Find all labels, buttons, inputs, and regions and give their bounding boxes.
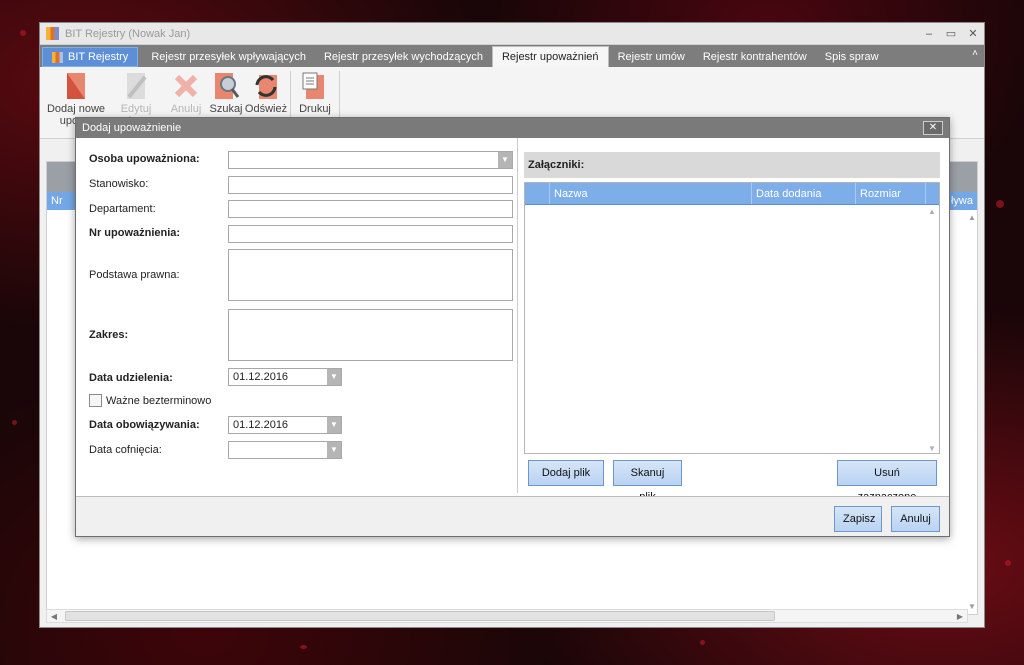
background-speck bbox=[700, 640, 705, 645]
dialog-close-button[interactable]: ✕ bbox=[923, 121, 943, 135]
indefinite-checkbox[interactable] bbox=[89, 394, 102, 407]
column-header-last[interactable]: ływa bbox=[951, 195, 977, 207]
app-icon bbox=[46, 27, 59, 40]
save-button[interactable]: Zapisz bbox=[834, 506, 882, 532]
person-row: Osoba upoważniona: bbox=[89, 153, 229, 165]
cancel-ribbon-label: Anuluj bbox=[170, 103, 202, 115]
background-speck bbox=[12, 420, 17, 425]
indefinite-row: Ważne bezterminowo bbox=[89, 394, 211, 407]
scroll-up-icon[interactable]: ▲ bbox=[926, 207, 938, 216]
legal-basis-label: Podstawa prawna: bbox=[89, 269, 180, 281]
department-field[interactable] bbox=[228, 200, 513, 218]
maximize-button[interactable]: ▭ bbox=[940, 27, 962, 40]
grant-date-value: 01.12.2016 bbox=[233, 371, 289, 383]
list-horizontal-scrollbar[interactable]: ◀ ▶ bbox=[46, 609, 968, 623]
scrollbar-thumb[interactable] bbox=[65, 611, 775, 621]
revoke-date-row: Data cofnięcia: bbox=[89, 444, 229, 456]
person-combobox[interactable]: ▼ bbox=[228, 151, 513, 169]
grant-date-label: Data udzielenia: bbox=[89, 372, 173, 384]
column-header-date-added[interactable]: Data dodania bbox=[752, 183, 856, 204]
number-field[interactable] bbox=[228, 225, 513, 243]
column-header-name[interactable]: Nazwa bbox=[550, 183, 752, 204]
add-file-button[interactable]: Dodaj plik ... bbox=[528, 460, 604, 503]
valid-date-value: 01.12.2016 bbox=[233, 419, 289, 431]
number-label: Nr upoważnienia: bbox=[89, 227, 181, 239]
department-label: Departament: bbox=[89, 203, 156, 215]
cancel-x-icon bbox=[174, 74, 198, 98]
scope-textarea[interactable] bbox=[228, 309, 513, 361]
ribbon-tabs: BIT Rejestry Rejestr przesyłek wpływając… bbox=[40, 45, 984, 67]
tab-outgoing-register[interactable]: Rejestr przesyłek wychodzących bbox=[315, 47, 492, 67]
app-icon bbox=[52, 51, 63, 63]
search-icon bbox=[215, 73, 240, 99]
tab-cases-list[interactable]: Spis spraw bbox=[816, 47, 888, 67]
title-bar: BIT Rejestry (Nowak Jan) – ▭ ✕ bbox=[40, 23, 984, 45]
number-row: Nr upoważnienia: bbox=[89, 227, 229, 239]
remove-selected-button[interactable]: Usuń zaznaczone bbox=[837, 460, 937, 503]
scroll-down-icon[interactable]: ▼ bbox=[926, 444, 938, 453]
chevron-down-icon[interactable]: ▼ bbox=[498, 152, 512, 168]
person-label: Osoba upoważniona: bbox=[89, 153, 200, 165]
valid-date-picker[interactable]: 01.12.2016 ▼ bbox=[228, 416, 342, 434]
tab-incoming-register[interactable]: Rejestr przesyłek wpływających bbox=[142, 47, 315, 67]
minimize-button[interactable]: – bbox=[918, 28, 940, 40]
scroll-left-icon[interactable]: ◀ bbox=[47, 612, 61, 621]
dialog-footer: Zapisz Anuluj bbox=[76, 496, 949, 536]
attachments-vertical-scrollbar[interactable]: ▲ ▼ bbox=[926, 207, 938, 453]
valid-date-row: Data obowiązywania: bbox=[89, 419, 229, 431]
window-title: BIT Rejestry (Nowak Jan) bbox=[65, 27, 191, 40]
dialog-body: Osoba upoważniona: ▼ Stanowisko: Departa… bbox=[76, 138, 949, 503]
valid-date-label: Data obowiązywania: bbox=[89, 419, 200, 431]
calendar-dropdown-icon[interactable]: ▼ bbox=[327, 417, 341, 433]
tab-authorizations-register[interactable]: Rejestr upoważnień bbox=[491, 46, 609, 67]
position-label: Stanowisko: bbox=[89, 178, 149, 190]
edit-pencil-icon bbox=[127, 73, 147, 99]
indefinite-label: Ważne bezterminowo bbox=[106, 394, 212, 407]
revoke-date-label: Data cofnięcia: bbox=[89, 444, 162, 456]
tab-contracts-register[interactable]: Rejestr umów bbox=[609, 47, 694, 67]
attachments-grid[interactable]: Nazwa Data dodania Rozmiar ▲ ▼ bbox=[524, 182, 940, 454]
legal-basis-row: Podstawa prawna: bbox=[89, 269, 229, 281]
cancel-button[interactable]: Anuluj bbox=[891, 506, 940, 532]
tab-label: BIT Rejestry bbox=[68, 51, 129, 63]
grant-date-picker[interactable]: 01.12.2016 ▼ bbox=[228, 368, 342, 386]
dialog-title-bar: Dodaj upoważnienie ✕ bbox=[76, 118, 949, 138]
position-row: Stanowisko: bbox=[89, 178, 229, 190]
authorization-form: Osoba upoważniona: ▼ Stanowisko: Departa… bbox=[76, 138, 518, 493]
background-speck bbox=[1005, 560, 1011, 566]
attachments-grid-header: Nazwa Data dodania Rozmiar bbox=[525, 183, 939, 205]
scope-row: Zakres: bbox=[89, 329, 229, 341]
print-icon bbox=[302, 72, 324, 99]
attachments-panel: Załączniki: Nazwa Data dodania Rozmiar ▲… bbox=[523, 138, 943, 503]
scroll-up-icon[interactable]: ▲ bbox=[966, 213, 978, 222]
tab-contractors-register[interactable]: Rejestr kontrahentów bbox=[694, 47, 816, 67]
department-row: Departament: bbox=[89, 203, 229, 215]
scan-file-button[interactable]: Skanuj plik bbox=[613, 460, 682, 503]
tab-app-menu[interactable]: BIT Rejestry bbox=[42, 47, 139, 67]
refresh-label: Odśwież bbox=[244, 103, 288, 115]
grant-date-row: Data udzielenia: bbox=[89, 372, 229, 384]
background-speck bbox=[20, 30, 26, 36]
list-vertical-scrollbar[interactable]: ▲ ▼ bbox=[966, 213, 978, 611]
add-document-icon bbox=[67, 73, 85, 99]
background-speck bbox=[300, 645, 307, 649]
revoke-date-picker[interactable]: ▼ bbox=[228, 441, 342, 459]
column-header-size[interactable]: Rozmiar bbox=[856, 183, 926, 204]
search-label: Szukaj bbox=[209, 103, 243, 115]
calendar-dropdown-icon[interactable]: ▼ bbox=[327, 442, 341, 458]
print-label: Drukuj bbox=[299, 103, 331, 115]
collapse-ribbon-button[interactable]: ˄ bbox=[972, 48, 978, 59]
legal-basis-textarea[interactable] bbox=[228, 249, 513, 301]
add-authorization-dialog: Dodaj upoważnienie ✕ Osoba upoważniona: … bbox=[75, 117, 950, 537]
scope-label: Zakres: bbox=[89, 329, 129, 341]
position-field[interactable] bbox=[228, 176, 513, 194]
calendar-dropdown-icon[interactable]: ▼ bbox=[327, 369, 341, 385]
close-button[interactable]: ✕ bbox=[962, 27, 984, 40]
refresh-icon bbox=[255, 75, 277, 99]
dialog-title: Dodaj upoważnienie bbox=[82, 122, 182, 134]
scroll-right-icon[interactable]: ▶ bbox=[953, 612, 967, 621]
select-column-header[interactable] bbox=[525, 183, 550, 204]
background-speck bbox=[996, 200, 1004, 208]
attachments-header: Załączniki: bbox=[524, 152, 940, 178]
